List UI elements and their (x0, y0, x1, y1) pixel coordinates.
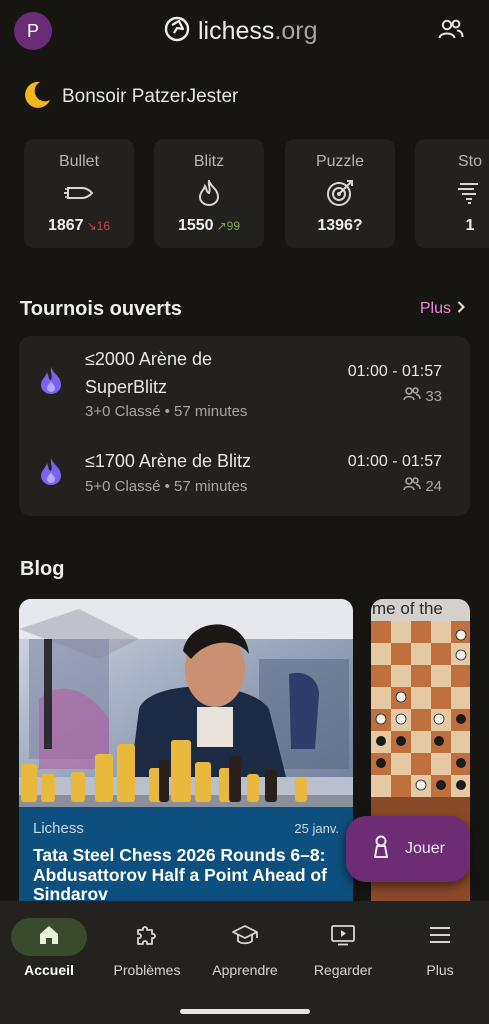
nav-pill (402, 918, 478, 956)
tournament-name: ≤1700 Arène de Blitz (85, 451, 251, 471)
rating-value: 1550 ↗ 99 (177, 217, 240, 234)
nav-label: Accueil (24, 962, 74, 978)
rating-name: Blitz (193, 153, 225, 170)
home-indicator (180, 1009, 310, 1014)
nav-label: Problèmes (113, 962, 181, 978)
blog-date: 25 janv. (294, 821, 339, 836)
puzzle-icon (134, 922, 160, 953)
nav-label: Regarder (313, 962, 373, 978)
nav-item-home[interactable]: Accueil (1, 918, 97, 978)
rating-value: 1 (465, 217, 475, 234)
flame-icon (198, 179, 220, 207)
rating-value: 1396? (317, 217, 363, 234)
more-label: Plus (419, 300, 451, 317)
brand-tld: .org (274, 16, 318, 45)
tournament-details: 3+0 Classé • 57 minutes (85, 403, 248, 420)
nav-label: Plus (426, 962, 454, 978)
rating-name: Puzzle (315, 153, 365, 170)
brand-name: lichess.org (198, 16, 318, 45)
graduation-cap-icon (231, 923, 259, 952)
nav-item-puzzles[interactable]: Problèmes (99, 918, 195, 978)
tournament-players: 33 (403, 387, 442, 405)
play-button[interactable]: Jouer (346, 816, 470, 882)
tournament-details: 5+0 Classé • 57 minutes (85, 478, 248, 495)
brand-logo: lichess.org (164, 14, 318, 48)
tournament-row[interactable]: ≤1700 Arène de Blitz 5+0 Classé • 57 min… (19, 428, 470, 516)
tv-play-icon (330, 923, 356, 952)
blog-title: Blog (20, 558, 65, 580)
avatar[interactable]: P (14, 12, 52, 50)
blog-source: Lichess (33, 820, 84, 837)
nav-item-watch[interactable]: Regarder (295, 918, 391, 978)
rating-progress: ↗ 99 (216, 219, 240, 233)
rating-name: Sto (457, 153, 482, 170)
storm-icon (456, 179, 484, 207)
flame-icon (39, 366, 65, 396)
target-icon (326, 179, 354, 207)
blog-post-title: me of the (371, 599, 470, 621)
tournament-row[interactable]: ≤2000 Arène de SuperBlitz 3+0 Classé • 5… (19, 336, 470, 428)
nav-pill (11, 918, 87, 956)
moon-icon (20, 79, 52, 116)
rating-card-bullet[interactable]: Bullet 1867 ↘ 16 (24, 139, 134, 248)
greeting: Bonsoir PatzerJester (20, 80, 238, 114)
rating-progress: ↘ 16 (86, 219, 110, 233)
tournament-name: ≤2000 Arène de SuperBlitz (85, 349, 212, 397)
arrow-down-right-icon: ↘ (86, 219, 97, 233)
menu-icon (428, 926, 452, 949)
tournament-time: 01:00 - 01:57 (347, 363, 442, 380)
tournaments-list: ≤2000 Arène de SuperBlitz 3+0 Classé • 5… (19, 336, 470, 516)
people-icon (438, 18, 464, 45)
bottom-nav: Accueil Problèmes Apprendre Regarder Plu… (0, 901, 489, 1024)
play-label: Jouer (404, 840, 446, 857)
rating-card-storm[interactable]: Sto 1 (415, 139, 489, 248)
nav-label: Apprendre (212, 962, 278, 978)
chevron-right-icon (457, 300, 465, 318)
rating-name: Bullet (58, 153, 100, 170)
rating-card-puzzle[interactable]: Puzzle 1396? (285, 139, 395, 248)
avatar-letter: P (26, 20, 39, 41)
ratings-carousel[interactable]: Bullet 1867 ↘ 16 Blitz 1550 ↗ 99 Puzzle 13… (24, 139, 489, 249)
bullet-icon (64, 179, 94, 207)
nav-item-learn[interactable]: Apprendre (197, 918, 293, 978)
tournament-time: 01:00 - 01:57 (347, 453, 442, 470)
nav-pill (305, 918, 381, 956)
tournaments-more-link[interactable]: Plus (420, 300, 465, 318)
friends-button[interactable] (437, 18, 465, 44)
people-icon (403, 477, 422, 495)
blog-post-title: Tata Steel Chess 2026 Rounds 6–8: Abdusa… (33, 845, 327, 901)
lichess-knight-logo-icon (164, 16, 190, 47)
nav-pill (109, 918, 185, 956)
greeting-text: Bonsoir PatzerJester (62, 86, 239, 107)
nav-item-more[interactable]: Plus (392, 918, 488, 978)
flame-icon (39, 457, 65, 487)
blog-photo (19, 599, 353, 807)
blog-card[interactable]: Lichess 25 janv. Tata Steel Chess 2026 R… (19, 599, 353, 901)
arrow-up-right-icon: ↗ (216, 219, 227, 233)
rating-card-blitz[interactable]: Blitz 1550 ↗ 99 (154, 139, 264, 248)
pawn-icon (371, 835, 391, 864)
tournaments-title: Tournois ouverts (20, 298, 182, 320)
people-icon (403, 387, 422, 405)
top-bar: P lichess.org (0, 0, 489, 64)
home-icon (38, 924, 60, 951)
nav-pill (207, 918, 283, 956)
rating-value: 1867 ↘ 16 (47, 217, 110, 234)
tournament-players: 24 (403, 477, 442, 495)
